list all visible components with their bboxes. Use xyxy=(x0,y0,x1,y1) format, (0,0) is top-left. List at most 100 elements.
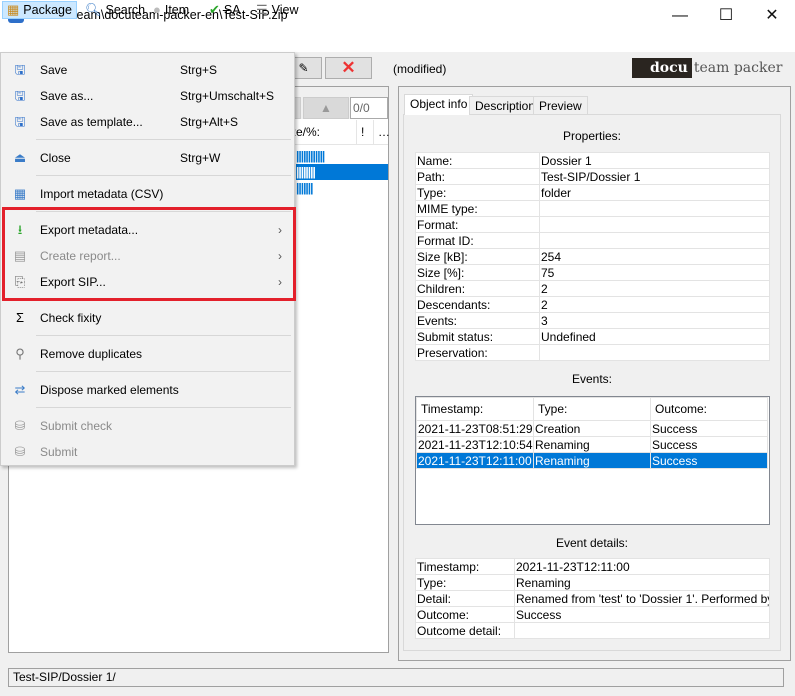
close-button[interactable]: ✕ xyxy=(749,0,795,32)
cell-label: 2021-11-23T08:51:29 xyxy=(416,420,534,437)
cell-value: Success xyxy=(650,436,768,453)
menu-item-label: Close xyxy=(40,151,71,165)
tab-object-info[interactable]: Object info xyxy=(404,94,474,115)
property-row[interactable]: Children: 2 xyxy=(415,280,770,297)
cell-value xyxy=(514,622,770,639)
property-row[interactable]: Preservation: xyxy=(415,344,770,361)
column-header[interactable]: Type: xyxy=(533,397,651,421)
property-row[interactable]: Submit status: Undefined xyxy=(415,328,770,345)
checkmark-icon: ✔ xyxy=(209,2,220,17)
menu-label: Search xyxy=(105,3,146,17)
property-row[interactable]: Type: folder xyxy=(415,184,770,201)
menu-item-label: Save as... xyxy=(40,89,94,103)
column-flag[interactable]: ! xyxy=(356,120,373,145)
cell-value: Renaming xyxy=(533,436,651,453)
save-icon: 🖫 xyxy=(14,88,26,103)
cell-label: Outcome detail: xyxy=(415,622,515,639)
menu-item-submit-check[interactable]: ⛁ Submit check xyxy=(1,414,294,438)
column-header[interactable]: Timestamp: xyxy=(416,397,534,421)
cell-value: 2 xyxy=(539,280,770,297)
menu-item-save[interactable]: 🖫 Save Strg+S xyxy=(1,58,294,82)
menu-item[interactable]: ● Item xyxy=(149,1,193,19)
event-row[interactable]: 2021-11-23T12:10:54 Renaming Success xyxy=(416,436,768,453)
properties-title: Properties: xyxy=(562,129,622,143)
search-counter: 0/0 xyxy=(350,97,388,119)
property-row[interactable]: Events: 3 xyxy=(415,312,770,329)
delete-button[interactable]: ✕ xyxy=(325,57,372,79)
cell-value: Test-SIP/Dossier 1 xyxy=(539,168,770,185)
cell-value xyxy=(539,216,770,233)
menu-separator xyxy=(36,407,291,408)
eject-icon: ⏏ xyxy=(13,150,27,165)
properties-table: Name: Dossier 1 Path: Test-SIP/Dossier 1 Typ… xyxy=(415,152,770,361)
column-header[interactable]: Outcome: xyxy=(650,397,768,421)
menu-item-label: Check fixity xyxy=(40,311,102,325)
magic-wand-icon: ✎ xyxy=(298,61,309,75)
logo-dark: docu xyxy=(632,58,692,78)
event-detail-row[interactable]: Timestamp: 2021-11-23T12:11:00 xyxy=(415,558,770,575)
cell-value: Undefined xyxy=(539,328,770,345)
cell-value: Creation xyxy=(533,420,651,437)
menu-view[interactable]: ☰ View xyxy=(252,1,303,19)
event-row[interactable]: 2021-11-23T08:51:29 Creation Success xyxy=(416,420,768,437)
menu-item-check-fixity[interactable]: Σ Check fixity xyxy=(1,306,294,330)
cell-label: Preservation: xyxy=(415,344,540,361)
menu-item-save-as-template[interactable]: 🖫 Save as template... Strg+Alt+S xyxy=(1,110,294,134)
menu-item-label: Save as template... xyxy=(40,115,143,129)
cell-value: 3 xyxy=(539,312,770,329)
save-icon: 🖫 xyxy=(14,62,26,77)
table-header-row: Timestamp: Type: Outcome: xyxy=(416,397,768,421)
triangle-up-icon: ▲ xyxy=(320,101,332,115)
red-x-icon: ✕ xyxy=(341,58,356,77)
minimize-button[interactable]: — xyxy=(657,0,703,32)
menu-separator xyxy=(36,371,291,372)
property-row[interactable]: MIME type: xyxy=(415,200,770,217)
tab-description[interactable]: Description xyxy=(469,96,542,115)
event-detail-row[interactable]: Outcome: Success xyxy=(415,606,770,623)
property-row[interactable]: Format: xyxy=(415,216,770,233)
cell-value: 254 xyxy=(539,248,770,265)
cell-value: Success xyxy=(650,452,768,469)
event-detail-row[interactable]: Detail: Renamed from 'test' to 'Dossier 1… xyxy=(415,590,770,607)
menu-item-import-metadata-csv[interactable]: ▦ Import metadata (CSV) xyxy=(1,182,294,206)
cell-label: Descendants: xyxy=(415,296,540,313)
event-details-table: Timestamp: 2021-11-23T12:11:00 Type: Renami… xyxy=(415,558,770,639)
event-detail-row[interactable]: Type: Renaming xyxy=(415,574,770,591)
events-title: Events: xyxy=(571,372,613,386)
database-icon: ⛁ xyxy=(14,444,26,459)
menu-item-close[interactable]: ⏏ Close Strg+W xyxy=(1,146,294,170)
maximize-button[interactable]: ☐ xyxy=(703,0,749,32)
menu-item-submit[interactable]: ⛁ Submit xyxy=(1,440,294,464)
sigma-icon: Σ xyxy=(15,310,25,325)
event-row[interactable]: 2021-11-23T12:11:00 Renaming Success xyxy=(416,452,768,469)
menu-bar xyxy=(0,32,795,52)
property-row[interactable]: Name: Dossier 1 xyxy=(415,152,770,169)
magnifier-remove-icon: ⚲ xyxy=(15,346,25,361)
property-row[interactable]: Size [%]: 75 xyxy=(415,264,770,281)
column-size[interactable]: ze/%: xyxy=(286,120,356,145)
menu-sa[interactable]: ✔ SA xyxy=(205,1,245,19)
property-row[interactable]: Path: Test-SIP/Dossier 1 xyxy=(415,168,770,185)
menu-item-label: Submit check xyxy=(40,419,113,433)
menu-package[interactable]: ▦ Package xyxy=(2,1,77,19)
property-row[interactable]: Size [kB]: 254 xyxy=(415,248,770,265)
database-icon: ⛁ xyxy=(14,418,26,433)
size-bar: |||||||||||| xyxy=(296,149,325,163)
list-icon: ☰ xyxy=(256,2,268,17)
menu-separator xyxy=(36,175,291,176)
cell-label: Format ID: xyxy=(415,232,540,249)
menu-item-save-as[interactable]: 🖫 Save as... Strg+Umschalt+S xyxy=(1,84,294,108)
menu-search[interactable]: 🔍︎ Search xyxy=(81,1,149,19)
menu-item-remove-duplicates[interactable]: ⚲ Remove duplicates xyxy=(1,342,294,366)
tab-preview[interactable]: Preview xyxy=(533,96,588,115)
cell-value xyxy=(539,232,770,249)
size-bar: |||||||| xyxy=(296,165,316,179)
menu-item-dispose-marked-elements[interactable]: ⇄ Dispose marked elements xyxy=(1,378,294,402)
property-row[interactable]: Descendants: 2 xyxy=(415,296,770,313)
event-detail-row[interactable]: Outcome detail: xyxy=(415,622,770,639)
property-row[interactable]: Format ID: xyxy=(415,232,770,249)
menu-label: Item xyxy=(164,3,190,17)
column-more[interactable]: … xyxy=(373,120,390,145)
cell-label: 2021-11-23T12:11:00 xyxy=(416,452,534,469)
nav-up-button[interactable]: ▲ xyxy=(303,97,349,119)
